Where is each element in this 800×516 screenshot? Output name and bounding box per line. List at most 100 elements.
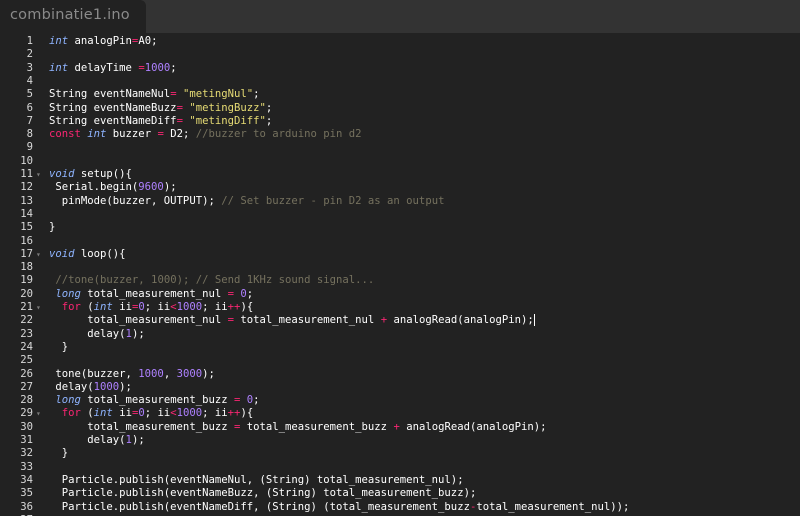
- code-token: (: [80, 301, 94, 313]
- code-line: 24 }: [0, 341, 800, 354]
- code-text: //tone(buzzer, 1000); // Send 1KHz sound…: [49, 274, 374, 287]
- code-text: int delayTime =1000;: [49, 62, 177, 75]
- code-text: tone(buzzer, 1000, 3000);: [49, 367, 214, 381]
- line-number: 34: [20, 473, 33, 486]
- line-number: 7: [26, 114, 33, 127]
- code-token: analogRead(analogPin);: [387, 314, 534, 327]
- code-token: // Set buzzer - pin D2 as an output: [221, 194, 445, 207]
- code-token: ,: [163, 367, 177, 380]
- line-number: 35: [20, 487, 33, 500]
- code-token: int: [49, 61, 69, 74]
- code-text: delay(1000);: [49, 381, 132, 394]
- code-token: 3000: [176, 367, 203, 380]
- code-text: }: [49, 447, 68, 460]
- code-line: 9: [0, 141, 800, 154]
- code-token: 1000: [144, 61, 171, 74]
- code-line: 26 tone(buzzer, 1000, 3000);: [0, 368, 800, 381]
- file-tab[interactable]: combinatie1.ino: [0, 0, 146, 33]
- code-line: 34 Particle.publish(eventNameNul, (Strin…: [0, 474, 800, 487]
- code-text: Serial.begin(9600);: [49, 181, 176, 194]
- code-line: 21 ▾ for (int ii=0; ii<1000; ii++){: [0, 301, 800, 314]
- code-text: for (int ii=0; ii<1000; ii++){: [49, 301, 253, 314]
- code-token: delayTime: [68, 61, 139, 74]
- code-text: long total_measurement_buzz = 0;: [49, 394, 259, 407]
- code-token: (: [80, 407, 94, 420]
- line-number: 23: [20, 327, 33, 340]
- code-line: 12 Serial.begin(9600);: [0, 181, 800, 194]
- code-token: const: [49, 128, 81, 141]
- line-number: 36: [20, 500, 33, 513]
- line-number: 27: [20, 380, 33, 393]
- code-line: 28 long total_measurement_buzz = 0;: [0, 394, 800, 407]
- code-token: //tone(buzzer, 1000); // Send 1KHz sound…: [55, 274, 375, 287]
- code-line: 14: [0, 208, 800, 221]
- line-number: 16: [20, 234, 33, 247]
- code-token: total_measurement_nul: [49, 314, 228, 327]
- code-token: delay(: [49, 434, 126, 446]
- code-token: long: [55, 394, 81, 407]
- code-token: void: [49, 247, 75, 260]
- code-editor[interactable]: 1 int analogPin=A0; 2 3 int delayTime =1000;…: [0, 33, 800, 516]
- code-token: total_measurement_nul));: [476, 500, 630, 513]
- code-token: setup(){: [74, 168, 132, 180]
- code-token: String eventNameBuzz: [49, 101, 177, 114]
- line-number: 1: [26, 35, 33, 47]
- line-number: 24: [20, 340, 33, 353]
- code-line: 7 String eventNameDiff= "metingDiff";: [0, 115, 800, 128]
- code-token: ; ii: [202, 407, 228, 420]
- code-token: analogRead(analogPin);: [399, 420, 547, 433]
- code-text: int analogPin=A0;: [49, 35, 157, 48]
- code-token: 1000: [93, 380, 120, 393]
- code-token: int: [49, 35, 69, 47]
- code-token: 9600: [138, 181, 164, 194]
- code-line: 22 total_measurement_nul = total_measure…: [0, 314, 800, 327]
- code-token: delay(: [49, 327, 126, 340]
- code-line: 15}: [0, 221, 800, 234]
- code-line: 8 const int buzzer = D2; //buzzer to ardu…: [0, 128, 800, 141]
- code-token: ;: [170, 61, 177, 74]
- code-line: 36 Particle.publish(eventNameDiff, (Stri…: [0, 501, 800, 514]
- code-line: 3 int delayTime =1000;: [0, 62, 800, 75]
- code-token: "metingNul": [182, 88, 254, 101]
- code-line: 25: [0, 354, 800, 367]
- code-text: const int buzzer = D2; //buzzer to ardui…: [49, 128, 362, 141]
- code-line: 4: [0, 75, 800, 88]
- tab-bar: combinatie1.ino: [0, 0, 800, 33]
- code-line: 13 pinMode(buzzer, OUTPUT); // Set buzze…: [0, 195, 800, 208]
- code-text: pinMode(buzzer, OUTPUT); // Set buzzer -…: [49, 194, 445, 208]
- code-line: 5 String eventNameNul= "metingNul";: [0, 88, 800, 101]
- line-number: 26: [20, 367, 33, 380]
- code-token: Particle.publish(eventNameDiff, (String)…: [49, 500, 470, 513]
- line-number: 30: [20, 420, 33, 433]
- line-number: 17: [20, 247, 33, 260]
- code-token: ++: [227, 407, 241, 420]
- code-token: pinMode(buzzer, OUTPUT);: [49, 194, 222, 207]
- line-number: 2: [26, 48, 33, 61]
- code-token: delay(: [49, 380, 94, 393]
- fold-arrow-icon[interactable]: ▾: [36, 407, 41, 420]
- code-line: 11 ▾ void setup(){: [0, 168, 800, 181]
- line-number: 4: [26, 74, 33, 87]
- line-number: 28: [20, 394, 33, 407]
- code-text: total_measurement_nul = total_measuremen…: [49, 314, 535, 327]
- code-token: "metingBuzz": [189, 101, 266, 114]
- line-number: 32: [20, 447, 33, 460]
- code-token: int: [87, 128, 107, 141]
- code-token: ){: [240, 301, 254, 313]
- code-token: Particle.publish(eventNameBuzz, (String)…: [49, 487, 477, 500]
- code-token: void: [49, 168, 75, 180]
- line-number: 6: [26, 101, 33, 114]
- fold-arrow-icon[interactable]: ▾: [36, 168, 41, 181]
- code-token: 1000: [138, 367, 164, 380]
- line-number: 14: [20, 207, 33, 220]
- line-number: 20: [20, 287, 33, 300]
- code-token: ; ii: [144, 301, 171, 313]
- fold-arrow-icon[interactable]: ▾: [36, 248, 41, 261]
- code-token: String eventNameDiff: [49, 114, 177, 127]
- fold-arrow-icon[interactable]: ▾: [36, 301, 41, 314]
- code-token: total_measurement_buzz: [49, 420, 234, 433]
- code-token: //buzzer to arduino pin d2: [195, 128, 362, 141]
- code-token: total_measurement_nul: [80, 287, 228, 300]
- code-token: ;: [265, 114, 273, 127]
- line-number: 10: [20, 154, 33, 167]
